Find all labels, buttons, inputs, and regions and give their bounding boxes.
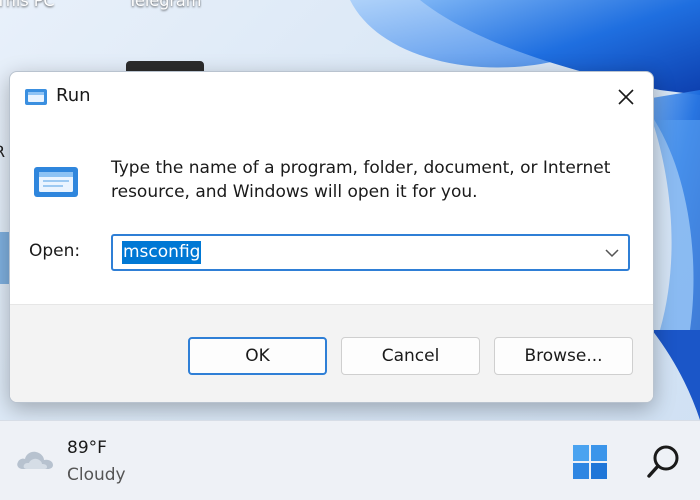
close-button[interactable] [609, 80, 643, 114]
dialog-title: Run [56, 85, 91, 106]
title-bar[interactable]: Run [10, 72, 653, 122]
taskbar: 89°F Cloudy [0, 420, 700, 500]
weather-temperature[interactable]: 89°F [67, 438, 107, 458]
run-dialog: Run Type the name of a program, folder, … [9, 71, 654, 403]
close-icon [618, 89, 634, 105]
run-program-icon [34, 167, 78, 197]
desktop: This PC Telegram R Run [0, 0, 700, 500]
run-icon [25, 89, 47, 105]
chevron-down-icon[interactable] [604, 246, 620, 260]
ok-button[interactable]: OK [188, 337, 327, 375]
windows-logo-icon[interactable] [570, 442, 610, 482]
desktop-icon-label-this-pc[interactable]: This PC [0, 0, 55, 10]
browse-button[interactable]: Browse... [494, 337, 633, 375]
dialog-description: Type the name of a program, folder, docu… [111, 158, 611, 202]
cloud-icon[interactable] [15, 445, 55, 473]
desktop-edge-highlight [0, 232, 9, 284]
weather-condition[interactable]: Cloudy [67, 465, 126, 485]
open-input[interactable]: msconfig [122, 241, 202, 264]
open-label: Open: [29, 241, 81, 261]
desktop-icon-label-telegram[interactable]: Telegram [128, 0, 201, 10]
cancel-button[interactable]: Cancel [341, 337, 480, 375]
search-icon[interactable] [644, 442, 684, 482]
desktop-partial-label: R [0, 142, 5, 161]
open-combobox[interactable]: msconfig [111, 234, 630, 271]
dialog-button-bar: OK Cancel Browse... [10, 304, 653, 402]
